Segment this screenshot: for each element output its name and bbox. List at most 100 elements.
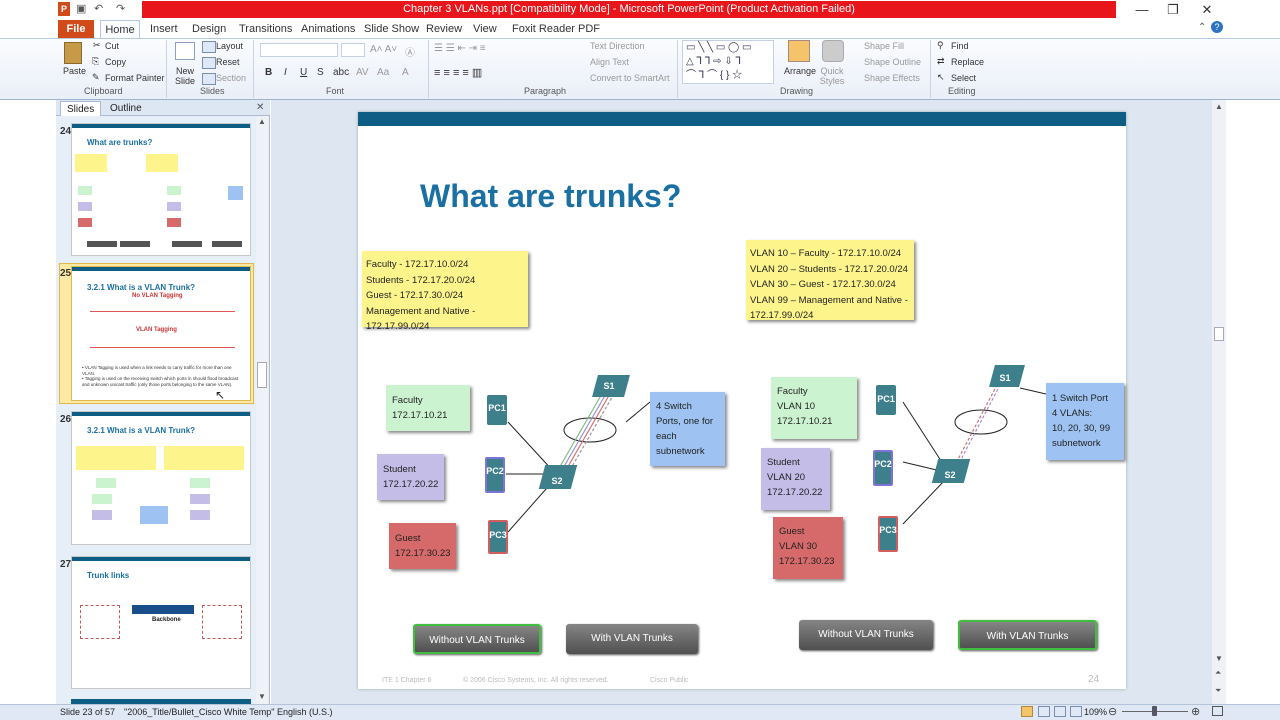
convert-smartart-button[interactable]: Convert to SmartArt (590, 73, 670, 83)
with-vlan-trunks-button-left[interactable]: With VLAN Trunks (566, 624, 698, 654)
normal-view-icon[interactable] (1021, 706, 1033, 717)
char-spacing-icon[interactable]: AV (356, 67, 369, 78)
text-direction-button[interactable]: Text Direction (590, 41, 645, 51)
find-button[interactable]: Find (951, 41, 969, 51)
font-color-icon[interactable]: A (402, 67, 409, 78)
select-button[interactable]: Select (951, 73, 976, 83)
tab-insert[interactable]: Insert (148, 20, 180, 38)
grow-font-icon[interactable]: A˄ A˅ (370, 44, 397, 55)
redo-icon[interactable]: ↷ (116, 2, 125, 15)
change-case-icon[interactable]: Aa (377, 67, 389, 78)
bullets-icon[interactable]: ☰ ☰ ⇤ ⇥ ≡ (434, 43, 486, 54)
save-icon[interactable]: ▣ (76, 2, 86, 15)
reset-icon[interactable] (202, 57, 216, 69)
scroll-down-icon[interactable]: ▼ (258, 692, 266, 701)
strike-button[interactable]: S (317, 67, 324, 78)
font-name-select[interactable] (260, 43, 338, 57)
undo-icon[interactable]: ↶ (94, 2, 103, 15)
scroll-down-icon[interactable]: ▼ (1215, 654, 1223, 663)
slide-thumbnail-25[interactable]: 3.2.1 What is a VLAN Trunk? No VLAN Tagg… (71, 266, 251, 401)
slide-thumbnail-26[interactable]: 3.2.1 What is a VLAN Trunk? (71, 411, 251, 545)
help-icon[interactable]: ? (1211, 21, 1223, 33)
find-icon[interactable]: ⚲ (937, 40, 944, 51)
quick-styles-button[interactable]: Quick Styles (818, 66, 846, 86)
reading-view-icon[interactable] (1054, 706, 1066, 717)
replace-icon[interactable]: ⇄ (937, 56, 945, 67)
zoom-level[interactable]: 109% (1084, 707, 1107, 717)
tab-design[interactable]: Design (190, 20, 228, 38)
layout-icon[interactable] (202, 41, 216, 53)
close-button[interactable]: ✕ (1192, 0, 1222, 20)
powerpoint-logo-icon[interactable]: P (58, 2, 70, 16)
new-slide-icon[interactable] (175, 42, 195, 60)
tab-review[interactable]: Review (424, 20, 464, 38)
previous-slide-icon[interactable]: ⏶ (1215, 668, 1221, 678)
scroll-up-icon[interactable]: ▲ (258, 117, 266, 126)
tab-home[interactable]: Home (100, 20, 140, 38)
cut-button[interactable]: Cut (105, 41, 119, 51)
without-vlan-trunks-button-left[interactable]: Without VLAN Trunks (413, 624, 541, 654)
format-painter-button[interactable]: Format Painter (105, 73, 165, 83)
arrange-button[interactable]: Arrange (784, 66, 816, 76)
underline-button[interactable]: U (300, 67, 307, 78)
tab-file[interactable]: File (58, 20, 94, 38)
slides-pane-scrollbar[interactable] (256, 116, 268, 704)
thumb-box (140, 506, 168, 524)
scroll-up-icon[interactable]: ▲ (1215, 102, 1223, 111)
tab-animations[interactable]: Animations (299, 20, 357, 38)
slide-thumbnail-24[interactable]: What are trunks? (71, 123, 251, 256)
clear-format-icon[interactable]: Ⓐ (405, 44, 415, 59)
align-icons[interactable]: ≡ ≡ ≡ ≡ ▥ (434, 66, 482, 79)
format-painter-icon[interactable]: ✎ (92, 72, 100, 83)
align-text-button[interactable]: Align Text (590, 57, 629, 67)
slide-thumbnail-27[interactable]: Trunk links Backbone (71, 556, 251, 689)
minimize-button[interactable]: — (1127, 0, 1157, 20)
without-vlan-trunks-button-right[interactable]: Without VLAN Trunks (799, 620, 933, 650)
shadow-button[interactable]: abc (333, 67, 349, 78)
tab-outline[interactable]: Outline (104, 101, 148, 116)
editor-scrollbar[interactable] (1212, 100, 1226, 704)
scroll-thumb[interactable] (1214, 327, 1224, 341)
zoom-slider-thumb[interactable] (1152, 706, 1157, 716)
ribbon-collapse-icon[interactable]: ⌃ (1198, 22, 1206, 33)
scroll-thumb[interactable] (257, 362, 267, 388)
tab-foxit[interactable]: Foxit Reader PDF (510, 20, 602, 38)
tab-slide-show[interactable]: Slide Show (362, 20, 421, 38)
bold-button[interactable]: B (265, 67, 272, 78)
shape-fill-button[interactable]: Shape Fill (864, 41, 904, 51)
with-vlan-trunks-button-right[interactable]: With VLAN Trunks (958, 620, 1097, 650)
select-icon[interactable]: ↖ (937, 72, 945, 83)
font-size-select[interactable] (341, 43, 365, 57)
tab-slides[interactable]: Slides (60, 101, 102, 116)
copy-button[interactable]: Copy (105, 57, 126, 67)
tab-transitions[interactable]: Transitions (237, 20, 294, 38)
section-button[interactable]: Section (216, 73, 246, 83)
slide-sorter-view-icon[interactable] (1038, 706, 1050, 717)
copy-icon[interactable]: ⎘ (92, 56, 99, 67)
slide-show-view-icon[interactable] (1070, 706, 1082, 717)
layout-button[interactable]: Layout (216, 41, 243, 51)
section-icon[interactable] (202, 73, 216, 85)
italic-button[interactable]: I (284, 67, 287, 78)
zoom-out-icon[interactable]: ⊖ (1108, 705, 1117, 718)
new-slide-button[interactable]: New Slide (172, 66, 198, 86)
arrange-icon[interactable] (788, 40, 810, 62)
close-pane-icon[interactable]: ✕ (256, 102, 264, 113)
paste-button[interactable]: Paste (63, 66, 86, 76)
zoom-in-icon[interactable]: ⊕ (1191, 705, 1200, 718)
shape-effects-button[interactable]: Shape Effects (864, 73, 920, 83)
shapes-gallery[interactable]: ▭ ╲ ╲ ▭ ◯ ▭ △ ⅂ ⅂ ⇨ ⇩ ⅂ ⌒ ⅂ ⌒ { } ☆ (682, 40, 774, 84)
status-language[interactable]: English (U.S.) (277, 707, 333, 717)
cut-icon[interactable]: ✂ (93, 40, 101, 51)
restore-button[interactable]: ❐ (1158, 0, 1188, 20)
status-theme[interactable]: "2006_Title/Bullet_Cisco White Temp" (124, 707, 274, 717)
quick-styles-icon[interactable] (822, 40, 844, 62)
legend-line: VLAN 20 – Students - 172.17.20.0/24 (750, 263, 908, 275)
reset-button[interactable]: Reset (216, 57, 240, 67)
replace-button[interactable]: Replace (951, 57, 984, 67)
next-slide-icon[interactable]: ⏷ (1215, 686, 1221, 696)
paste-icon[interactable] (64, 42, 82, 64)
fit-to-window-icon[interactable] (1212, 706, 1223, 716)
shape-outline-button[interactable]: Shape Outline (864, 57, 921, 67)
tab-view[interactable]: View (471, 20, 499, 38)
